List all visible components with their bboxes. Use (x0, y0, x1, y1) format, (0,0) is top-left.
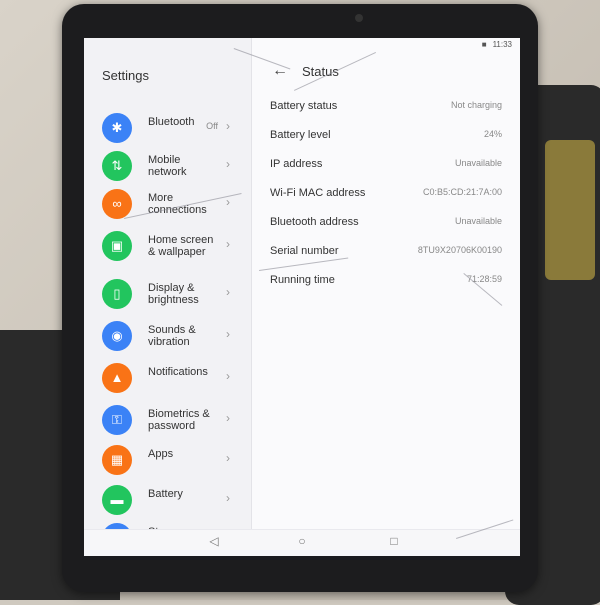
status-panel: ← Status Battery status Not charging Batte… (252, 38, 520, 556)
status-row-label: Bluetooth address (270, 216, 359, 228)
key-icon: ⚿ (102, 405, 132, 435)
chevron-right-icon: › (226, 369, 230, 383)
settings-menu-value: Off (206, 121, 218, 131)
status-row: IP address Unavailable (252, 152, 520, 180)
settings-menu-item[interactable]: ✱ Bluetooth Off › (84, 108, 252, 148)
status-row: Bluetooth address Unavailable (252, 210, 520, 238)
settings-title: Settings (102, 68, 149, 83)
chevron-right-icon: › (226, 119, 230, 133)
chevron-right-icon: › (226, 157, 230, 171)
settings-menu-label: Sounds & vibration (148, 324, 196, 348)
status-row-value: Unavailable (454, 216, 502, 226)
apps-grid-icon: ▦ (102, 445, 132, 475)
status-row: Battery level 24% (252, 123, 520, 151)
settings-panel: Settings ✱ Bluetooth Off › ⇅ Mobile network › ∞… (84, 38, 252, 556)
chevron-right-icon: › (226, 327, 230, 341)
front-camera (355, 14, 363, 22)
nav-back-icon[interactable]: ◁ (204, 534, 224, 548)
settings-menu-item[interactable]: ⇅ Mobile network › (84, 146, 252, 186)
chevron-right-icon: › (226, 451, 230, 465)
status-row-label: Serial number (270, 245, 339, 257)
bluetooth-icon: ✱ (102, 113, 132, 143)
status-row-value: Not charging (450, 100, 502, 110)
mobile-network-icon: ⇅ (102, 151, 132, 181)
nav-recents-icon[interactable]: □ (384, 534, 404, 548)
notification-bell-icon: ▲ (102, 363, 132, 393)
status-row-value: Unavailable (454, 158, 502, 168)
settings-menu-item[interactable]: ◉ Sounds & vibration › (84, 316, 252, 356)
chevron-right-icon: › (226, 491, 230, 505)
status-row-label: Running time (270, 274, 335, 286)
settings-menu-label: Mobile network (148, 154, 187, 178)
status-row-label: IP address (270, 158, 323, 170)
settings-menu-item[interactable]: ▬ Battery › (84, 480, 252, 520)
settings-menu-label: More connections (148, 192, 207, 216)
nav-home-icon[interactable]: ○ (292, 534, 312, 548)
settings-menu-item[interactable]: ▦ Apps › (84, 440, 252, 480)
case-accent (545, 140, 595, 280)
chevron-right-icon: › (226, 285, 230, 299)
settings-menu-label: Home screen & wallpaper (148, 234, 214, 258)
status-row-label: Battery level (270, 129, 331, 141)
status-row: Running time 71:28:59 (252, 268, 520, 296)
battery-icon: ▬ (102, 485, 132, 515)
link-icon: ∞ (102, 189, 132, 219)
screen: Settings ✱ Bluetooth Off › ⇅ Mobile network › ∞… (84, 38, 520, 556)
status-row-label: Battery status (270, 100, 338, 112)
status-row-label: Wi-Fi MAC address (270, 187, 366, 199)
tablet-device: Settings ✱ Bluetooth Off › ⇅ Mobile network › ∞… (62, 4, 538, 592)
navigation-bar: ◁ ○ □ (84, 529, 520, 556)
status-row: Battery status Not charging (252, 94, 520, 122)
status-row-value: C0:B5:CD:21:7A:00 (422, 187, 502, 197)
settings-menu-label: Battery (148, 488, 183, 500)
status-row: Serial number 8TU9X20706K00190 (252, 239, 520, 267)
settings-menu-item[interactable]: ▯ Display & brightness › (84, 274, 252, 314)
status-row: Wi-Fi MAC address C0:B5:CD:21:7A:00 (252, 181, 520, 209)
clock: 11:33 (492, 39, 512, 49)
settings-menu-item[interactable]: ⚿ Biometrics & password › (84, 400, 252, 440)
status-row-value: 8TU9X20706K00190 (417, 245, 502, 255)
settings-menu-label: Notifications (148, 366, 208, 378)
settings-menu-item[interactable]: ▣ Home screen & wallpaper › (84, 226, 252, 266)
status-row-value: 24% (483, 129, 502, 139)
sim-icon: ■ (481, 39, 487, 49)
status-bar: ■ 11:33 (482, 38, 512, 50)
settings-menu-item[interactable]: ∞ More connections › (84, 184, 252, 224)
chevron-right-icon: › (226, 237, 230, 251)
display-icon: ▯ (102, 279, 132, 309)
image-icon: ▣ (102, 231, 132, 261)
sound-icon: ◉ (102, 321, 132, 351)
settings-menu-label: Apps (148, 448, 174, 460)
settings-menu-label: Display & brightness (148, 282, 199, 306)
settings-menu-label: Biometrics & password (148, 408, 210, 432)
chevron-right-icon: › (226, 411, 230, 425)
settings-menu-item[interactable]: ▲ Notifications › (84, 358, 252, 398)
